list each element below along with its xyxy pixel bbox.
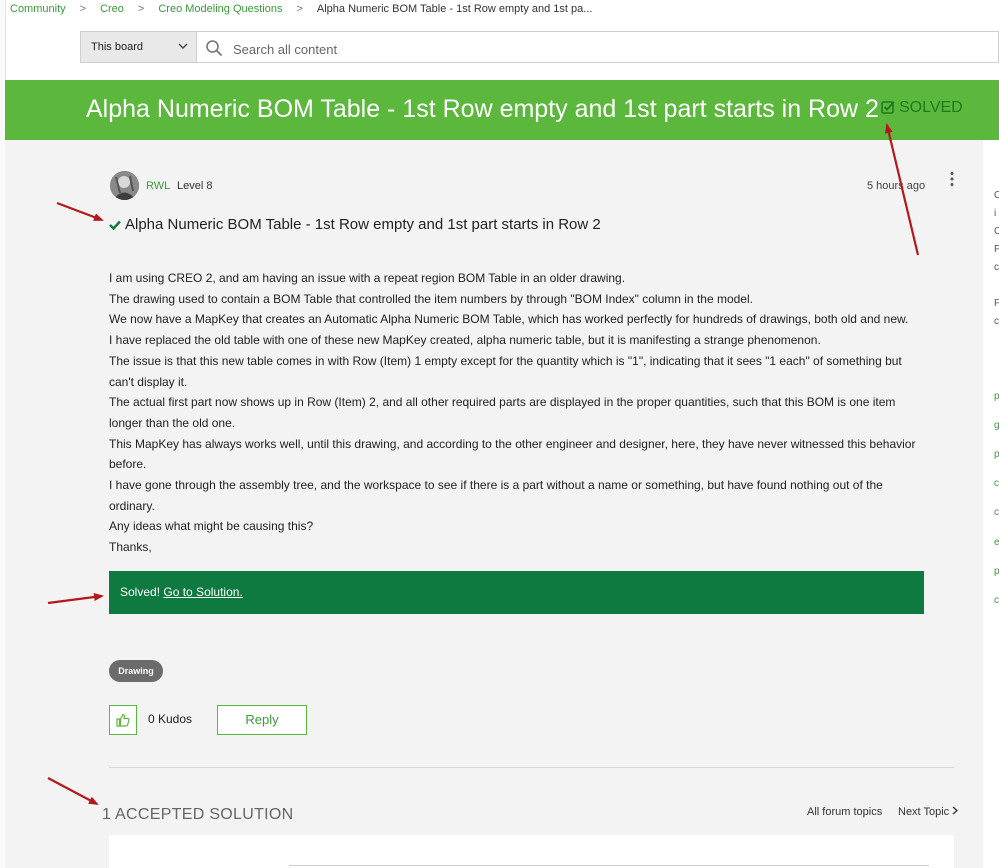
annotation-arrow	[56, 201, 104, 222]
annotation-arrows	[47, 123, 920, 805]
annotation-arrow	[47, 777, 99, 805]
annotation-arrow	[47, 593, 104, 605]
annotation-arrow	[884, 123, 920, 256]
